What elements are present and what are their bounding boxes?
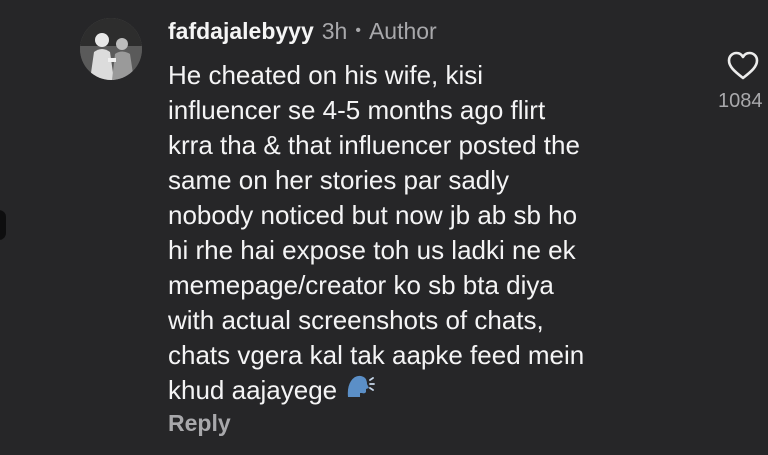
timestamp: 3h [321,17,348,44]
comment-line: chats vgera kal tak aapke feed mein [168,340,585,370]
separator-dot: • [355,22,361,39]
comment-item: fafdajalebyyy 3h • Author He cheated on … [0,0,768,455]
comment-line: influencer se 4-5 months ago flirt [168,95,546,125]
username-link[interactable]: fafdajalebyyy [168,18,314,45]
reply-button[interactable]: Reply [168,410,231,437]
comment-line: nobody noticed but now jb ab sb ho [168,200,578,230]
comment-header: fafdajalebyyy 3h • Author [168,14,437,48]
comment-line-text: khud aajayege [168,375,338,405]
comment-line: hi rhe hai expose toh us ladki ne ek [168,235,576,265]
comment-text: He cheated on his wife, kisi influencer … [168,58,708,410]
avatar[interactable] [80,18,142,80]
like-count: 1084 [718,90,763,112]
speaking-head-icon [345,373,376,408]
comment-line: with actual screenshots of chats, [168,305,544,335]
comment-line: memepage/creator ko sb bta diya [168,270,554,300]
like-control: 1084 [718,50,768,112]
comment-line: krra tha & that influencer posted the [168,130,580,160]
comment-line: same on her stories par sadly [168,165,510,195]
comment-line: He cheated on his wife, kisi [168,60,484,90]
scroll-edge-indicator [0,210,6,240]
heart-outline-icon[interactable] [718,50,768,85]
author-badge: Author [368,17,437,44]
comment-line-last: khud aajayege [168,373,708,410]
